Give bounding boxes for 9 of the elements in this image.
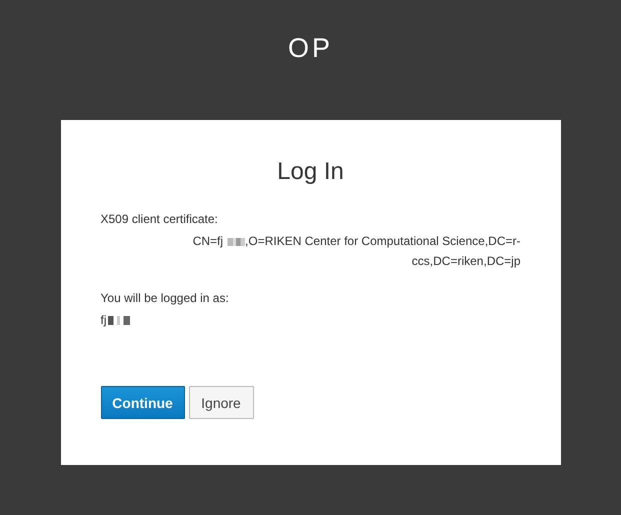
ignore-button[interactable]: Ignore bbox=[188, 386, 254, 419]
continue-button[interactable]: Continue bbox=[100, 386, 184, 419]
redacted-mark bbox=[108, 316, 130, 324]
certificate-label: X509 client certificate: bbox=[100, 212, 219, 226]
user-label: You will be logged in as: bbox=[100, 291, 230, 305]
certificate-value: CN=fj ,O=RIKEN Center for Computational Science,DC=r-ccs,DC=riken,DC=jp bbox=[192, 233, 520, 270]
user-value: fj bbox=[100, 313, 106, 327]
app-title: OP bbox=[288, 32, 333, 65]
card-title: Log In bbox=[277, 158, 344, 186]
